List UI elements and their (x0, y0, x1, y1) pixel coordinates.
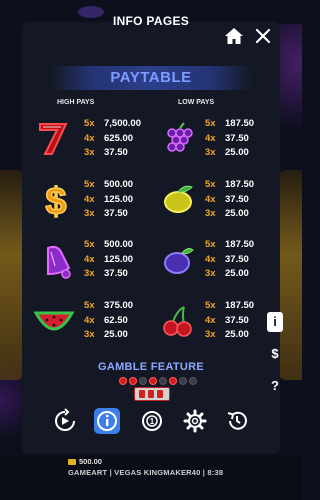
history-button[interactable] (224, 408, 250, 434)
paytable-entry: 5x 500.00 4x 125.00 3x 37.50 (84, 179, 134, 219)
svg-text:$: $ (45, 181, 66, 220)
settings-button[interactable] (182, 408, 208, 434)
info-side-button[interactable]: i (267, 312, 283, 332)
home-button[interactable] (224, 26, 244, 46)
grapes-icon (160, 121, 200, 161)
paytable-entry: 5x 500.00 4x 125.00 3x 37.50 (84, 239, 134, 279)
autoplay-button[interactable] (52, 408, 78, 434)
high-pays-label: HIGH PAYS (57, 99, 95, 106)
status-bar (0, 456, 302, 500)
history-icon (227, 411, 247, 430)
cherries-icon (160, 303, 200, 343)
plum-icon (160, 242, 200, 282)
history-dot (149, 377, 157, 385)
history-dot (129, 377, 137, 385)
balance-display: 500.00 (68, 457, 102, 466)
svg-text:1: 1 (150, 417, 155, 426)
paytable-entry: 5x 187.50 4x 37.50 3x 25.00 (205, 239, 255, 279)
autoplay-icon (55, 408, 75, 431)
paytable-title: PAYTABLE (50, 66, 252, 90)
history-dot (159, 377, 167, 385)
paytable-entry: 5x 187.50 4x 37.50 3x 25.00 (205, 300, 255, 340)
history-dot (169, 377, 177, 385)
background-reel-glow (0, 170, 24, 380)
watermelon-icon (33, 301, 75, 341)
lemon-icon (160, 181, 200, 221)
seven-icon (34, 118, 74, 158)
info-button[interactable] (94, 408, 120, 434)
gamble-history-dots (119, 377, 197, 385)
info-toolbar: 1 (52, 408, 258, 434)
gamble-card-icon (134, 387, 170, 401)
paytable-entry: 5x 375.00 4x 62.50 3x 25.00 (84, 300, 134, 340)
gear-icon (183, 409, 207, 433)
paytable-entry: 5x 187.50 4x 37.50 3x 25.00 (205, 118, 255, 158)
gamble-feature-title: GAMBLE FEATURE (97, 361, 205, 373)
coin-stack-icon (68, 458, 76, 465)
dollar-icon: $ (36, 180, 76, 224)
history-dot (139, 377, 147, 385)
bell-icon (36, 240, 76, 280)
coin-icon: 1 (142, 411, 162, 431)
close-button[interactable] (254, 27, 272, 45)
home-icon (225, 28, 243, 44)
paytable-entry: 5x 187.50 4x 37.50 3x 25.00 (205, 179, 255, 219)
page-title: INFO PAGES (112, 14, 190, 28)
low-pays-label: LOW PAYS (178, 99, 215, 106)
bet-button[interactable]: 1 (139, 408, 165, 434)
help-side-button[interactable]: ? (267, 376, 283, 396)
paytable-side-button[interactable]: $ (267, 344, 283, 364)
history-dot (179, 377, 187, 385)
history-dot (119, 377, 127, 385)
close-icon (255, 28, 271, 44)
balance-value: 500.00 (79, 457, 102, 466)
info-icon (97, 411, 117, 431)
paytable-entry: 5x 7,500.00 4x 625.00 3x 37.50 (84, 118, 141, 158)
history-dot (189, 377, 197, 385)
game-info-footer: GAMEART | VEGAS KINGMAKER40 | 8:38 (68, 468, 224, 477)
